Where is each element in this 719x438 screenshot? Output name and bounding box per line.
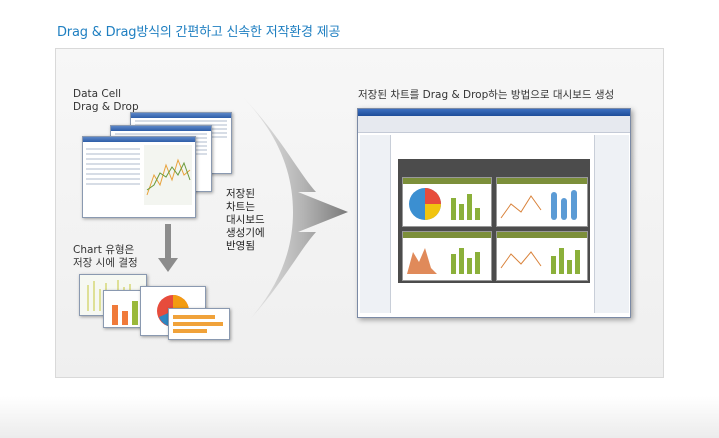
down-arrow-icon (158, 224, 178, 272)
dashboard-screenshot (357, 108, 631, 318)
dashboard-canvas (398, 159, 590, 283)
mini-line-chart-icon (144, 145, 192, 205)
chart-thumbnail-hbar (168, 308, 230, 340)
data-cell-window-front (82, 136, 196, 218)
chart-type-label: Chart 유형은 저장 시에 결정 (73, 244, 138, 269)
dashboard-right-sidebar (594, 135, 629, 313)
reflect-label: 저장된 차트는 대시보드 생성기에 반영됨 (226, 188, 265, 252)
dashboard-caption: 저장된 차트를 Drag & Drop하는 방법으로 대시보드 생성 (358, 89, 615, 101)
bottom-shadow (0, 396, 719, 438)
dashboard-left-sidebar (360, 135, 391, 313)
data-cell-label: Data Cell Drag & Drop (73, 88, 139, 113)
page-title: Drag & Drag방식의 간편하고 신속한 저작환경 제공 (57, 25, 341, 40)
